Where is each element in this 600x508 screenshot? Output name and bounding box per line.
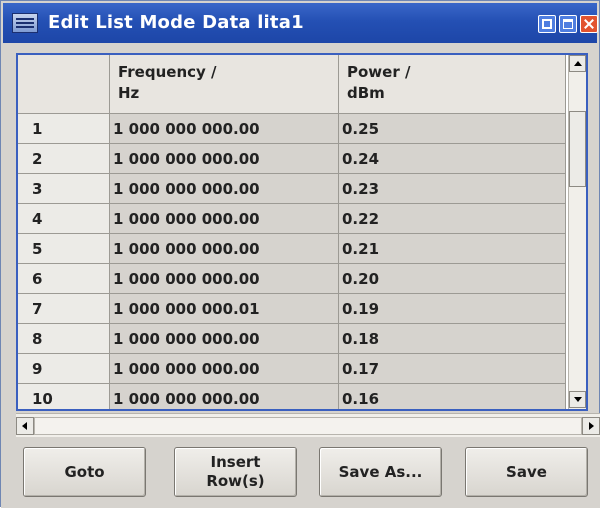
power-cell[interactable]: 0.19 — [339, 294, 566, 324]
frequency-cell[interactable]: 1 000 000 000.00 — [110, 234, 339, 264]
horizontal-scrollbar[interactable] — [16, 413, 600, 437]
frequency-cell[interactable]: 1 000 000 000.00 — [110, 324, 339, 354]
power-cell[interactable]: 0.17 — [339, 354, 566, 384]
scroll-right-button[interactable] — [582, 417, 600, 435]
power-cell[interactable]: 0.21 — [339, 234, 566, 264]
goto-button[interactable]: Goto — [23, 447, 146, 497]
row-index[interactable]: 2 — [18, 144, 110, 174]
window-title: Edit List Mode Data lita1 — [48, 12, 304, 33]
power-cell[interactable]: 0.23 — [339, 174, 566, 204]
table-row[interactable]: 8 1 000 000 000.00 0.18 — [18, 324, 566, 354]
table-row[interactable]: 4 1 000 000 000.00 0.22 — [18, 204, 566, 234]
table-row[interactable]: 9 1 000 000 000.00 0.17 — [18, 354, 566, 384]
scroll-up-button[interactable] — [569, 55, 586, 72]
table-row[interactable]: 2 1 000 000 000.00 0.24 — [18, 144, 566, 174]
power-header-label: Power / — [347, 63, 411, 81]
insert-rows-button[interactable]: Insert Row(s) — [174, 447, 297, 497]
row-index[interactable]: 6 — [18, 264, 110, 294]
frequency-cell[interactable]: 1 000 000 000.01 — [110, 294, 339, 324]
table-grid: Frequency / Hz Power / dBm 1 1 000 000 0… — [18, 55, 566, 409]
table-row[interactable]: 7 1 000 000 000.01 0.19 — [18, 294, 566, 324]
row-index[interactable]: 3 — [18, 174, 110, 204]
table-row[interactable]: 1 1 000 000 000.00 0.25 — [18, 114, 566, 144]
save-button[interactable]: Save — [465, 447, 588, 497]
vertical-scrollbar[interactable] — [568, 55, 586, 409]
row-index-header — [18, 55, 110, 114]
row-index[interactable]: 7 — [18, 294, 110, 324]
row-index[interactable]: 5 — [18, 234, 110, 264]
horizontal-scroll-thumb[interactable] — [34, 417, 582, 435]
frequency-header-label: Frequency / — [118, 63, 217, 81]
power-cell[interactable]: 0.25 — [339, 114, 566, 144]
arrow-up-icon — [574, 61, 582, 66]
arrow-down-icon — [574, 397, 582, 402]
row-index[interactable]: 4 — [18, 204, 110, 234]
table-row[interactable]: 3 1 000 000 000.00 0.23 — [18, 174, 566, 204]
power-cell[interactable]: 0.20 — [339, 264, 566, 294]
scroll-down-button[interactable] — [569, 391, 586, 408]
vertical-scroll-thumb[interactable] — [569, 111, 586, 187]
scroll-left-button[interactable] — [16, 417, 34, 435]
frequency-cell[interactable]: 1 000 000 000.00 — [110, 264, 339, 294]
power-cell[interactable]: 0.16 — [339, 384, 566, 409]
power-cell[interactable]: 0.24 — [339, 144, 566, 174]
frequency-cell[interactable]: 1 000 000 000.00 — [110, 144, 339, 174]
minimize-icon[interactable] — [538, 15, 556, 33]
list-icon — [12, 13, 38, 33]
table-row[interactable]: 10 1 000 000 000.00 0.16 — [18, 384, 566, 409]
row-index[interactable]: 9 — [18, 354, 110, 384]
frequency-cell[interactable]: 1 000 000 000.00 — [110, 174, 339, 204]
frequency-cell[interactable]: 1 000 000 000.00 — [110, 354, 339, 384]
frequency-cell[interactable]: 1 000 000 000.00 — [110, 384, 339, 409]
power-cell[interactable]: 0.18 — [339, 324, 566, 354]
maximize-icon[interactable] — [559, 15, 577, 33]
table-row[interactable]: 5 1 000 000 000.00 0.21 — [18, 234, 566, 264]
power-cell[interactable]: 0.22 — [339, 204, 566, 234]
arrow-left-icon — [22, 422, 27, 430]
arrow-right-icon — [589, 422, 594, 430]
button-bar: Goto Insert Row(s) Save As... Save — [1, 437, 600, 508]
frequency-cell[interactable]: 1 000 000 000.00 — [110, 204, 339, 234]
power-column-header[interactable]: Power / dBm — [339, 55, 566, 114]
row-index[interactable]: 8 — [18, 324, 110, 354]
list-table: Frequency / Hz Power / dBm 1 1 000 000 0… — [16, 53, 588, 411]
edit-list-mode-dialog: Edit List Mode Data lita1 Frequency / Hz… — [0, 0, 600, 508]
close-icon[interactable] — [580, 15, 598, 33]
table-row[interactable]: 6 1 000 000 000.00 0.20 — [18, 264, 566, 294]
row-index[interactable]: 10 — [18, 384, 110, 409]
frequency-header-unit: Hz — [118, 84, 140, 102]
save-as-button[interactable]: Save As... — [319, 447, 442, 497]
row-index[interactable]: 1 — [18, 114, 110, 144]
power-header-unit: dBm — [347, 84, 385, 102]
frequency-column-header[interactable]: Frequency / Hz — [110, 55, 339, 114]
title-bar[interactable]: Edit List Mode Data lita1 — [3, 3, 598, 43]
frequency-cell[interactable]: 1 000 000 000.00 — [110, 114, 339, 144]
